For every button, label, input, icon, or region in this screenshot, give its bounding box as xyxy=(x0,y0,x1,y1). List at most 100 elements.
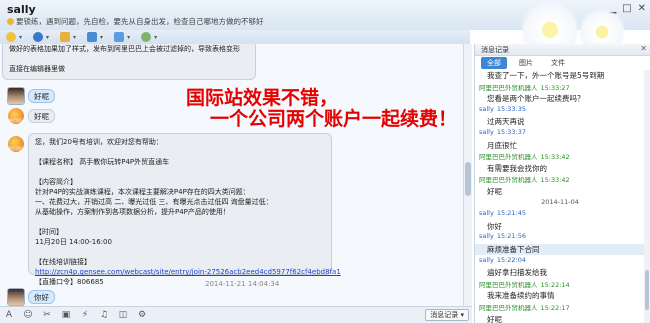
history-sender-time: 15:33:37 xyxy=(496,128,527,136)
message-line: 【在线培训链接】 xyxy=(35,258,91,266)
history-sender-line: sally 15:21:45 xyxy=(475,209,526,217)
message-line: 针对P4P的实战演练课程，本次课程主要解决P4P存在的四大类问题： xyxy=(35,188,250,196)
tab-files[interactable]: 文件 xyxy=(545,57,571,69)
message-line xyxy=(35,167,325,177)
app-icon[interactable] xyxy=(114,32,125,42)
folder-icon[interactable] xyxy=(60,32,71,42)
emoji-icon[interactable]: ☺ xyxy=(23,310,33,320)
chat-toolbar: ▾ ▾ ▾ ▾ ▾ ▾ xyxy=(0,30,470,44)
company-logo-avatar[interactable]: 卓尼国际 xyxy=(8,136,24,152)
history-sender-name: sally xyxy=(479,255,494,264)
history-message: 好呢 xyxy=(487,187,502,196)
voice-icon[interactable] xyxy=(6,32,16,42)
contact-name: sally xyxy=(7,3,36,16)
annotation-line-2: 一个公司两个账户一起续费！ xyxy=(210,108,458,130)
close-icon[interactable]: ✕ xyxy=(638,3,646,14)
history-sender-name: 阿里巴巴外贸机器人 xyxy=(479,153,538,162)
font-icon[interactable]: A xyxy=(4,310,14,320)
voice-dropdown-icon[interactable]: ▾ xyxy=(19,34,22,41)
tools-icon[interactable]: ⚙ xyxy=(137,310,147,320)
company-logo-avatar[interactable]: 卓尼国际 xyxy=(8,108,24,124)
history-sender-name: 阿里巴巴外贸机器人 xyxy=(479,176,538,185)
history-panel: 消息记录 ✕ 全部 图片 文件 我查了一下，外一个账号是5号到期 阿里巴巴外贸机器… xyxy=(474,44,650,323)
shake-icon[interactable]: ⚡ xyxy=(80,310,90,320)
message-timestamp: 2014-11-21 14:04:34 xyxy=(205,280,280,288)
history-date-separator: 2014-11-04 xyxy=(541,197,579,206)
maximize-icon[interactable]: □ xyxy=(622,3,631,14)
message-line: 11月20日 14:00-16:00 xyxy=(35,238,112,246)
history-sender-line: sally 15:22:04 xyxy=(475,256,526,264)
avatar[interactable] xyxy=(7,288,25,306)
message-line: 【课程名称】 高手教你玩转P4P外贸直通车 xyxy=(35,158,170,166)
history-sender-name: sally xyxy=(479,209,494,218)
history-sender-name: 阿里巴巴外贸机器人 xyxy=(479,304,538,312)
chat-area: 做好的表格加果加了样式，发布到阿里巴巴上会被过滤掉的，导致表格变形 直接在编辑器… xyxy=(0,44,472,306)
course-code: 【直播口令】806685 xyxy=(35,278,104,286)
history-sender-line: 阿里巴巴外贸机器人 15:22:14 xyxy=(475,279,570,289)
scroll-thumb[interactable] xyxy=(465,162,471,196)
share-screen-icon[interactable] xyxy=(87,32,98,42)
invite-dropdown-icon[interactable]: ▾ xyxy=(154,34,157,41)
history-sender-time: 15:21:45 xyxy=(496,209,527,218)
history-scroll-thumb[interactable] xyxy=(645,270,649,310)
share-dropdown-icon[interactable]: ▾ xyxy=(100,34,103,41)
message-line: 一、花费过大，开销过高 二、曝光过低 三、有曝光点击过低四 询盘量过低： xyxy=(35,198,273,206)
close-history-icon[interactable]: ✕ xyxy=(640,44,647,53)
history-button[interactable]: 消息记录 ▾ xyxy=(425,309,469,321)
message-bubble: 好呢 xyxy=(28,89,55,103)
music-icon[interactable]: ♫ xyxy=(99,310,109,320)
folder-dropdown-icon[interactable]: ▾ xyxy=(73,34,76,41)
annotation-line-1: 国际站效果不错， xyxy=(186,87,339,109)
history-message: 我来准备续约的事情 xyxy=(487,291,555,301)
message-bubble-partial: 做好的表格加果加了样式，发布到阿里巴巴上会被过滤掉的，导致表格变形 直接在编辑器… xyxy=(2,44,256,80)
history-sender-line: 阿里巴巴外贸机器人 15:22:17 xyxy=(475,302,570,312)
video-icon[interactable] xyxy=(33,32,44,42)
invite-icon[interactable] xyxy=(141,32,152,42)
history-sender-time: 15:33:35 xyxy=(496,104,527,113)
history-tabs: 全部 图片 文件 xyxy=(475,56,650,69)
history-message: 麻烦准备下合同 xyxy=(475,244,645,255)
chat-scrollbar[interactable] xyxy=(463,44,472,306)
input-toolbar: A ☺ ✂ ▣ ⚡ ♫ ◫ ⚙ 消息记录 ▾ xyxy=(0,306,472,323)
history-sender-name: 阿里巴巴外贸机器人 xyxy=(479,83,538,92)
history-sender-name: sally xyxy=(479,128,494,136)
history-sender-name: sally xyxy=(479,104,494,113)
history-sender-line: sally 15:33:37 xyxy=(475,128,526,136)
message-bubble: 你好 xyxy=(28,290,55,304)
tab-all[interactable]: 全部 xyxy=(481,56,507,69)
history-button-label: 消息记录 xyxy=(430,311,459,319)
message-line xyxy=(35,217,325,227)
video-dropdown-icon[interactable]: ▾ xyxy=(46,34,49,41)
file-icon[interactable]: ◫ xyxy=(118,310,128,320)
message-line: 做好的表格加果加了样式，发布到阿里巴巴上会被过滤掉的，导致表格变形 xyxy=(9,45,240,53)
history-message: 过两天再说 xyxy=(487,117,525,127)
course-link[interactable]: http://zcn4p.gensee.com/webcast/site/ent… xyxy=(35,267,341,277)
history-sender-line: 阿里巴巴外贸机器人 15:33:27 xyxy=(475,82,570,92)
history-sender-time: 15:22:17 xyxy=(540,304,570,312)
tab-images[interactable]: 图片 xyxy=(513,57,539,69)
logo-text: 卓尼国际 xyxy=(8,118,24,123)
history-sender-time: 15:22:14 xyxy=(540,280,570,289)
history-sender-time: 15:21:56 xyxy=(496,232,527,241)
message-line: 您，我们20号有培训，欢迎对您有帮助： xyxy=(35,138,163,146)
message-line xyxy=(35,147,325,157)
history-message: 月底很忙 xyxy=(487,140,517,150)
contact-signature: 要锁练，遇到问题，先自检，要先从自身出发，检查自己哪地方做的不够好 xyxy=(7,16,264,27)
screenshot-icon[interactable]: ✂ xyxy=(42,310,52,320)
history-sender-time: 15:22:04 xyxy=(496,255,527,264)
course-message-bubble: 您，我们20号有培训，欢迎对您有帮助： 【课程名称】 高手教你玩转P4P外贸直通… xyxy=(28,133,341,286)
history-scrollbar[interactable] xyxy=(644,70,650,323)
history-sender-line: 阿里巴巴外贸机器人 15:33:42 xyxy=(475,151,570,161)
image-icon[interactable]: ▣ xyxy=(61,310,71,320)
history-sender-time: 15:33:42 xyxy=(540,153,570,162)
history-message: 您看是两个账户一起续费吗？ xyxy=(487,94,585,104)
history-title: 消息记录 xyxy=(481,46,509,54)
history-message: 好呢 xyxy=(487,314,502,323)
app-dropdown-icon[interactable]: ▾ xyxy=(127,34,130,41)
message-line: 【时间】 xyxy=(35,228,63,236)
history-sender-line: sally 15:33:35 xyxy=(475,105,526,113)
avatar[interactable] xyxy=(7,87,25,105)
signature-text: 要锁练，遇到问题，先自检，要先从自身出发，检查自己哪地方做的不够好 xyxy=(16,17,264,26)
message-line xyxy=(35,247,325,257)
history-header: 消息记录 ✕ xyxy=(475,44,650,56)
